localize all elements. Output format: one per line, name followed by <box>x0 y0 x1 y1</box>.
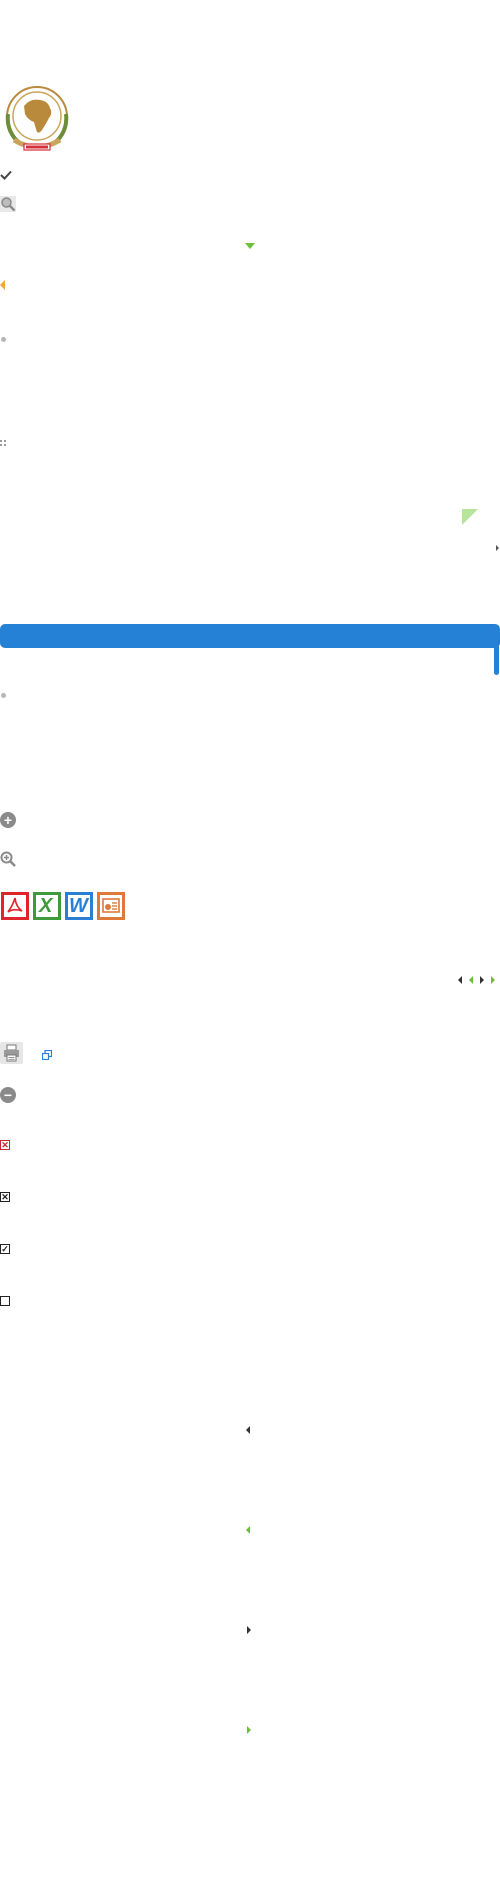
word-letter: W <box>69 895 88 917</box>
checkbox-error-icon[interactable]: ✕ <box>0 1140 10 1150</box>
next-page-icon[interactable] <box>480 976 484 984</box>
word-icon[interactable]: W <box>65 892 93 920</box>
search-icon[interactable] <box>0 196 16 217</box>
expand-right-icon[interactable] <box>496 545 499 551</box>
first-page-icon[interactable] <box>458 976 462 984</box>
printer-icon <box>4 1044 19 1062</box>
pdf-icon[interactable] <box>1 892 29 920</box>
arrow-left-icon[interactable] <box>246 1426 250 1434</box>
excel-letter: X <box>39 895 53 917</box>
zoom-in-icon[interactable] <box>0 851 16 872</box>
remove-icon[interactable]: − <box>0 1087 16 1103</box>
drag-handle-icon[interactable] <box>0 433 6 451</box>
collapse-left-icon[interactable] <box>0 280 5 290</box>
chevron-down-icon[interactable] <box>245 243 255 249</box>
arrow-right-green-icon[interactable] <box>247 1726 251 1734</box>
blue-bar-tail <box>494 646 499 675</box>
icon-sprite-page: + X W − ✕ ✕ ✓ <box>0 0 500 1878</box>
print-button[interactable] <box>0 1042 23 1064</box>
prev-page-icon[interactable] <box>469 976 473 984</box>
corner-fold-icon <box>462 509 478 525</box>
checkbox-checked-icon[interactable]: ✓ <box>0 1244 10 1254</box>
excel-icon[interactable]: X <box>33 892 61 920</box>
bullet-icon <box>1 693 6 698</box>
checkbox-empty-icon[interactable] <box>0 1296 10 1306</box>
new-window-icon[interactable] <box>41 1047 53 1065</box>
add-icon[interactable]: + <box>0 812 16 828</box>
check-icon <box>0 167 12 185</box>
arrow-left-green-icon[interactable] <box>246 1526 250 1534</box>
checkbox-x-icon[interactable]: ✕ <box>0 1192 10 1202</box>
bullet-icon <box>1 337 6 342</box>
powerpoint-icon[interactable] <box>97 892 125 920</box>
arrow-right-icon[interactable] <box>247 1626 251 1634</box>
blue-header-bar <box>0 624 500 648</box>
last-page-icon[interactable] <box>491 976 495 984</box>
african-union-logo <box>0 80 74 154</box>
